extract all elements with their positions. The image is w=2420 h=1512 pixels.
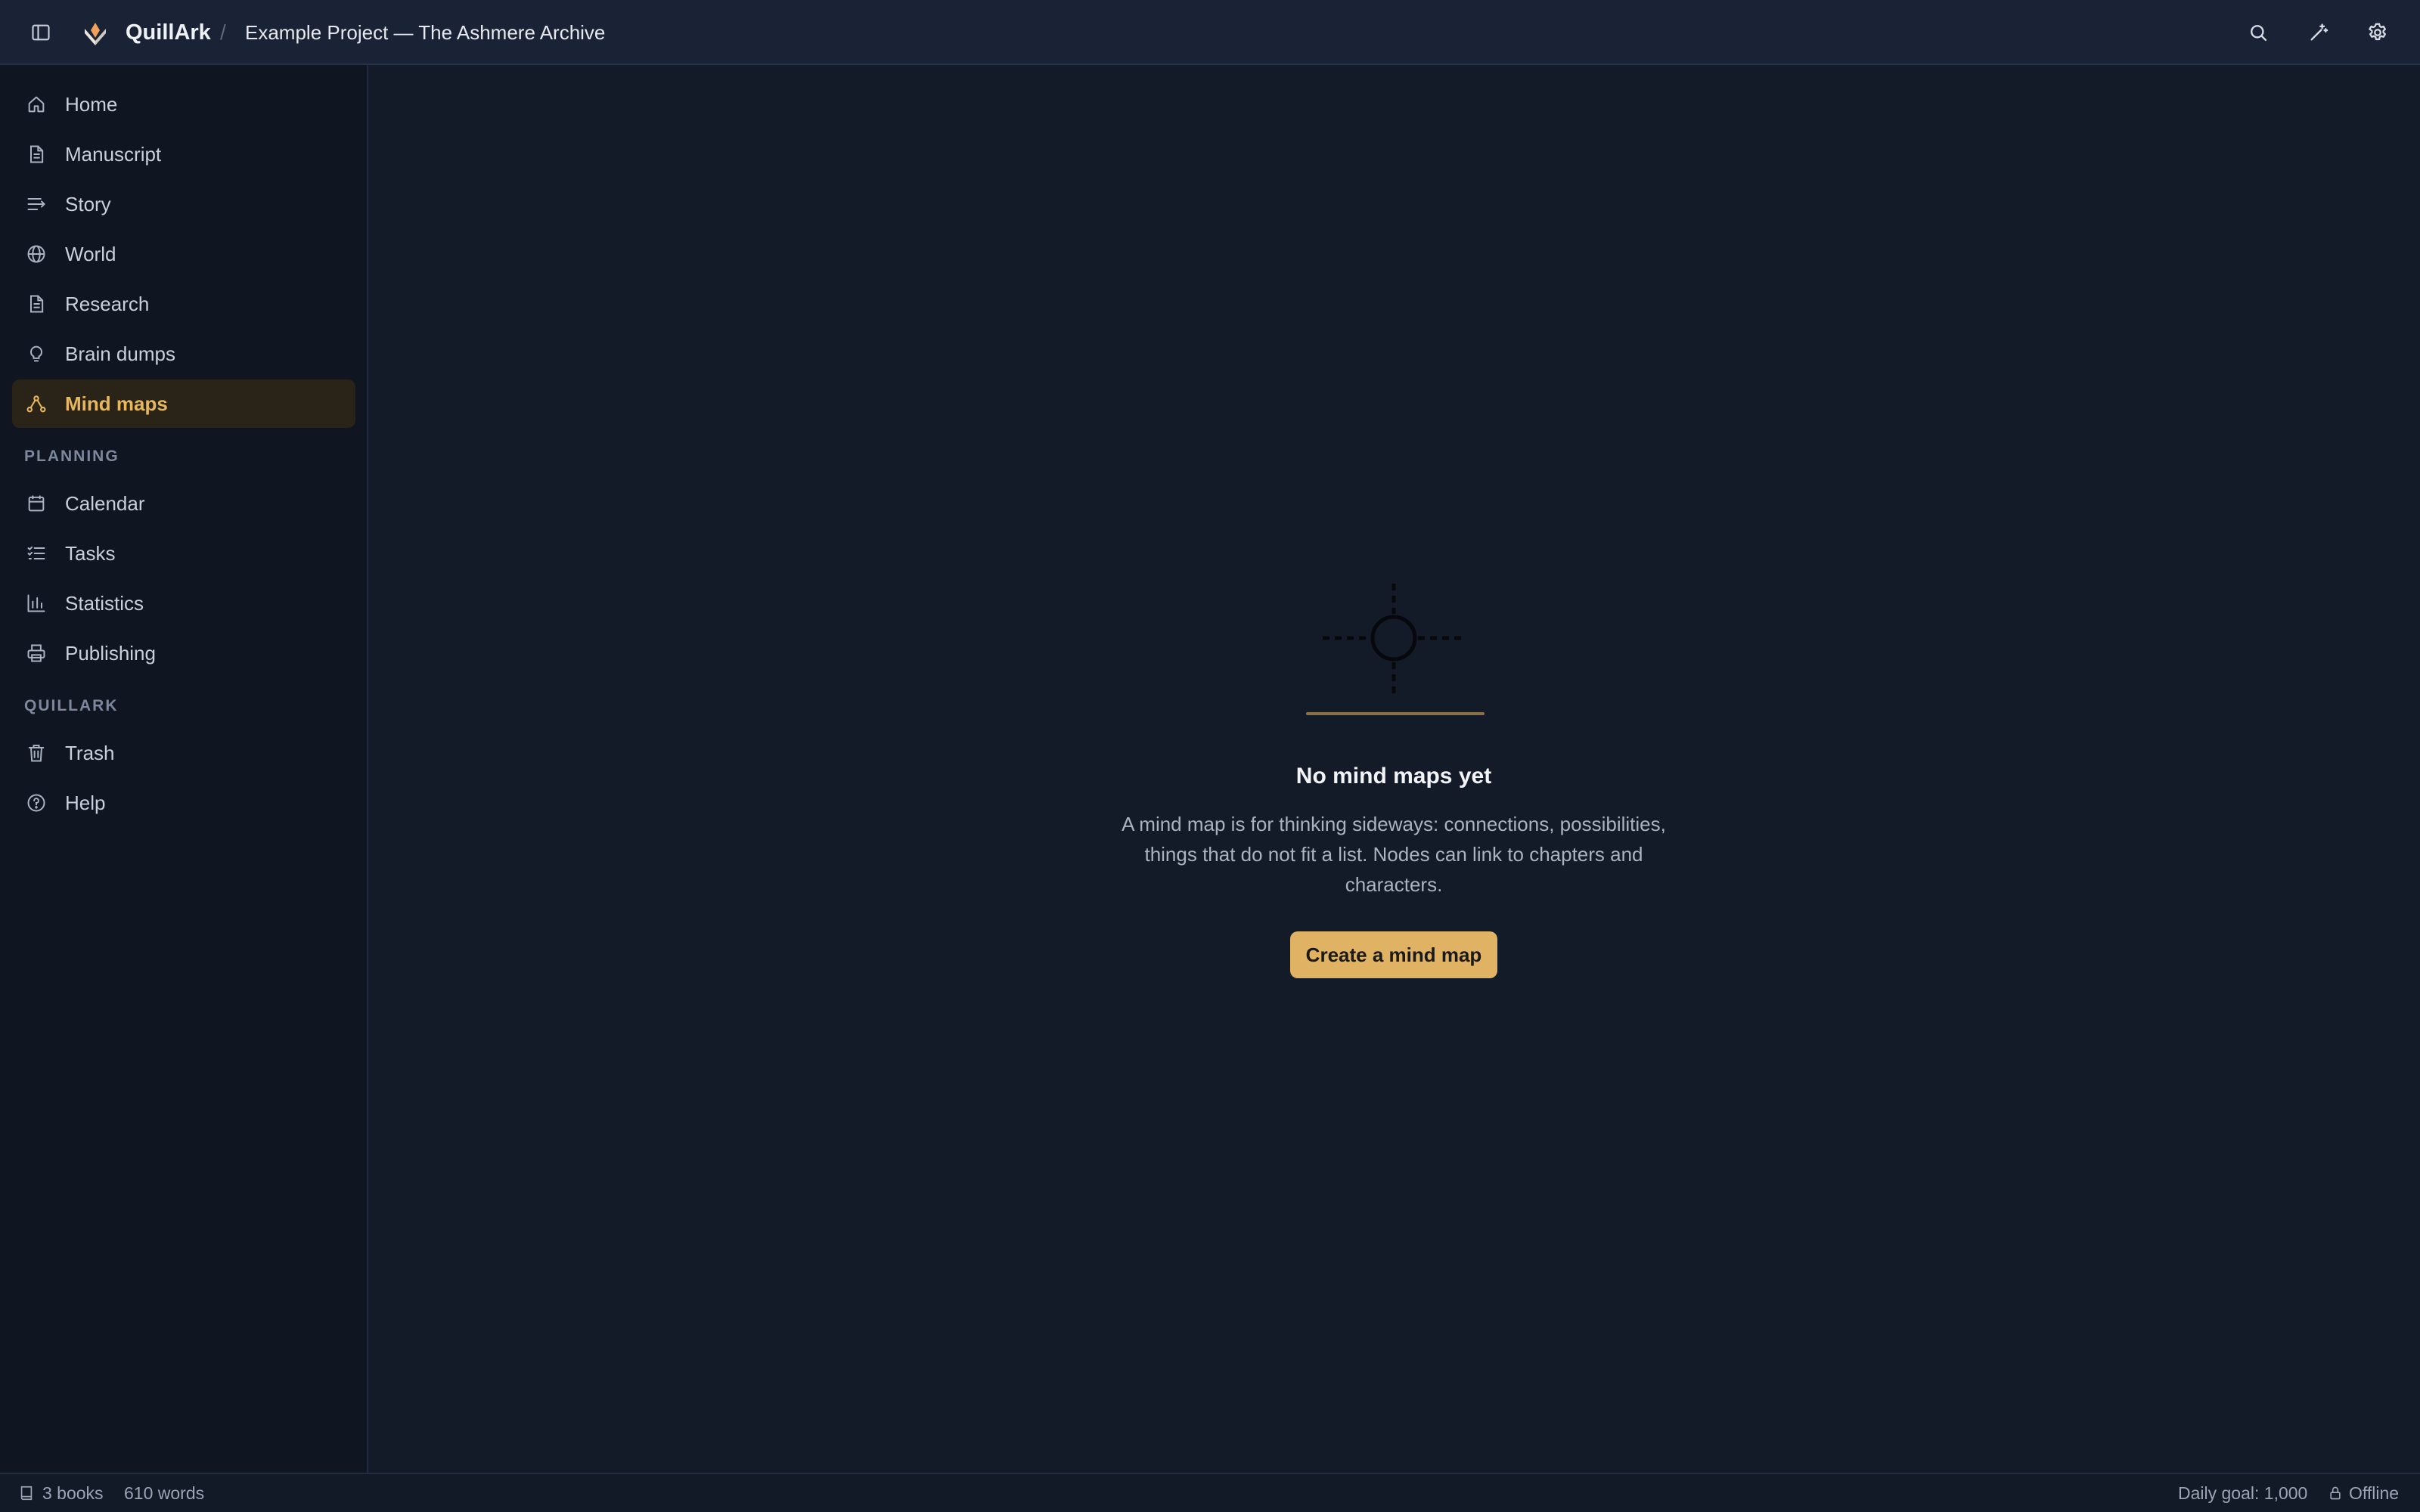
mind-map-icon (26, 393, 47, 414)
sidebar-item-tasks[interactable]: Tasks (12, 529, 355, 578)
sidebar-item-label: Trash (65, 742, 115, 764)
book-count: 3 books (42, 1483, 104, 1503)
sidebar-item-label: Research (65, 293, 150, 315)
sidebar-item-label: Manuscript (65, 143, 162, 166)
quillark-logo-icon (80, 18, 110, 48)
app-name[interactable]: QuillArk (126, 17, 211, 48)
breadcrumb-separator: / (220, 20, 226, 44)
status-bar: 3 books 610 words Daily goal: 1,000 Offl… (0, 1473, 2420, 1512)
gear-icon (2366, 21, 2389, 44)
sidebar-item-help[interactable]: Help (12, 779, 355, 827)
home-icon (26, 94, 47, 115)
word-count: 610 words (124, 1483, 205, 1503)
daily-goal[interactable]: Daily goal: 1,000 (2178, 1474, 2307, 1512)
sidebar-item-label: Mind maps (65, 392, 168, 415)
empty-state-description: A mind map is for thinking sideways: con… (1122, 813, 1666, 896)
sidebar-item-calendar[interactable]: Calendar (12, 479, 355, 528)
wand-icon (2308, 22, 2329, 43)
document-icon (26, 144, 47, 165)
sidebar-item-world[interactable]: World (12, 230, 355, 278)
search-icon (2248, 22, 2269, 43)
sidebar-item-statistics[interactable]: Statistics (12, 579, 355, 627)
sidebar-toggle-icon (30, 22, 51, 43)
sidebar-item-label: Brain dumps (65, 342, 175, 365)
bar-chart-icon (26, 593, 47, 614)
sidebar-item-label: World (65, 243, 116, 265)
lightbulb-icon (26, 343, 47, 364)
tasks-icon (26, 543, 47, 564)
sidebar-item-label: Publishing (65, 642, 156, 665)
lock-icon (2328, 1486, 2343, 1501)
search-button[interactable] (2242, 16, 2275, 49)
trash-icon (26, 742, 47, 764)
sidebar-item-manuscript[interactable]: Manuscript (12, 130, 355, 178)
sidebar-item-label: Help (65, 792, 106, 814)
calendar-icon (26, 493, 47, 514)
sidebar-toggle-button[interactable] (24, 16, 57, 49)
sidebar-item-home[interactable]: Home (12, 80, 355, 129)
section-heading-quillark: QUILLARK (24, 697, 119, 714)
sidebar-item-research[interactable]: Research (12, 280, 355, 328)
project-title-breadcrumb[interactable]: Example Project — The Ashmere Archive (245, 17, 605, 48)
sidebar-item-brain-dumps[interactable]: Brain dumps (12, 330, 355, 378)
sidebar: Home Manuscript Story World Research Bra… (0, 65, 368, 1473)
sidebar-item-label: Statistics (65, 592, 144, 615)
sidebar-item-publishing[interactable]: Publishing (12, 629, 355, 677)
empty-mind-map-illustration (1305, 578, 1486, 721)
sidebar-item-story[interactable]: Story (12, 180, 355, 228)
printer-icon (26, 643, 47, 664)
book-icon (18, 1485, 35, 1501)
sidebar-item-mind-maps[interactable]: Mind maps (12, 380, 355, 428)
top-bar: QuillArk / Example Project — The Ashmere… (0, 0, 2420, 65)
sidebar-item-label: Story (65, 193, 111, 215)
globe-icon (26, 243, 47, 265)
document-icon (26, 293, 47, 314)
sidebar-item-label: Tasks (65, 542, 116, 565)
sidebar-item-label: Calendar (65, 492, 145, 515)
section-heading-planning: PLANNING (24, 448, 119, 465)
magic-tools-button[interactable] (2302, 16, 2335, 49)
settings-button[interactable] (2361, 16, 2394, 49)
story-lines-icon (26, 194, 47, 215)
help-icon (26, 792, 47, 813)
sidebar-item-trash[interactable]: Trash (12, 729, 355, 777)
connection-status: Offline (2349, 1483, 2400, 1503)
create-mind-map-button[interactable]: Create a mind map (1290, 931, 1497, 978)
empty-state-title: No mind maps yet (1295, 764, 1492, 789)
sidebar-item-label: Home (65, 93, 118, 116)
